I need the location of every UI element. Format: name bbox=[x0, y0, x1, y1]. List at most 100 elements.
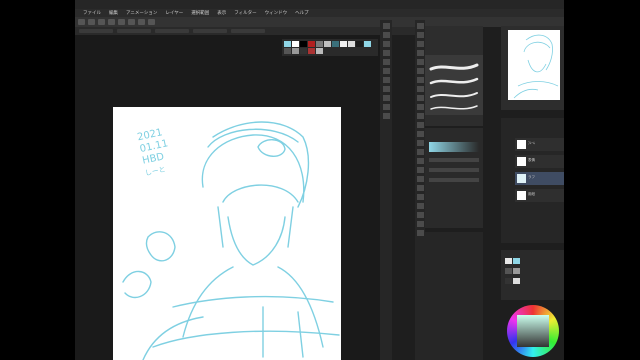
swatch[interactable] bbox=[513, 278, 520, 284]
menu-file[interactable]: ファイル bbox=[83, 10, 101, 16]
swatch[interactable] bbox=[513, 258, 520, 264]
menu-animation[interactable]: アニメーション bbox=[126, 10, 157, 16]
tool-icon[interactable] bbox=[416, 32, 424, 38]
layer-row-selected[interactable]: ラフ bbox=[515, 172, 564, 185]
property-field[interactable] bbox=[79, 29, 113, 33]
brush-size-slider[interactable] bbox=[429, 158, 479, 162]
tool-icon[interactable] bbox=[416, 212, 424, 218]
tool-icon[interactable] bbox=[416, 113, 424, 119]
tool-icon[interactable] bbox=[416, 86, 424, 92]
swatch[interactable] bbox=[292, 48, 299, 54]
swatch[interactable] bbox=[300, 48, 307, 54]
swatch[interactable] bbox=[505, 258, 512, 264]
property-field[interactable] bbox=[155, 29, 189, 33]
tool-icon[interactable] bbox=[416, 194, 424, 200]
tool-icon[interactable] bbox=[416, 50, 424, 56]
tool-icon[interactable] bbox=[416, 158, 424, 164]
menu-window[interactable]: ウィンドウ bbox=[265, 10, 288, 16]
redo-icon[interactable] bbox=[118, 19, 125, 25]
layer-name: 用紙 bbox=[528, 192, 535, 196]
tool-icon[interactable] bbox=[416, 23, 424, 29]
title-strip bbox=[75, 0, 564, 9]
tool-palette bbox=[380, 20, 392, 360]
layer-name: ラフ bbox=[528, 175, 535, 179]
tool-icon[interactable] bbox=[416, 221, 424, 227]
tool-icon[interactable] bbox=[416, 41, 424, 47]
swatch[interactable] bbox=[292, 41, 299, 47]
select-tool-icon[interactable] bbox=[382, 41, 390, 47]
swatch[interactable] bbox=[308, 41, 315, 47]
swatch[interactable] bbox=[332, 41, 339, 47]
tool-icon[interactable] bbox=[416, 230, 424, 236]
tool-icon[interactable] bbox=[416, 176, 424, 182]
swatch[interactable] bbox=[316, 41, 323, 47]
layer-row[interactable]: 表情 bbox=[515, 155, 564, 168]
tool-icon[interactable] bbox=[416, 68, 424, 74]
clear-icon[interactable] bbox=[128, 19, 135, 25]
layer-row[interactable]: ﾌﾚｰﾑ bbox=[515, 138, 564, 151]
navigator-sketch bbox=[513, 34, 559, 99]
gradient-tool-icon[interactable] bbox=[382, 95, 390, 101]
swatch[interactable] bbox=[284, 48, 291, 54]
tool-icon[interactable] bbox=[416, 122, 424, 128]
tool-icon[interactable] bbox=[416, 131, 424, 137]
save-icon[interactable] bbox=[98, 19, 105, 25]
pen-tool-icon[interactable] bbox=[382, 50, 390, 56]
menu-filter[interactable]: フィルター bbox=[234, 10, 256, 16]
layer-row[interactable]: 用紙 bbox=[515, 189, 564, 202]
swatch[interactable] bbox=[324, 41, 331, 47]
transform-icon[interactable] bbox=[138, 19, 145, 25]
eraser-tool-icon[interactable] bbox=[382, 77, 390, 83]
swatch[interactable] bbox=[356, 41, 363, 47]
tool-icon[interactable] bbox=[416, 149, 424, 155]
canvas-area[interactable]: 2021 01.11 HBD しーと bbox=[75, 35, 380, 360]
layer-thumbnail bbox=[517, 157, 526, 166]
tool-icon[interactable] bbox=[416, 167, 424, 173]
swatch[interactable] bbox=[505, 278, 512, 284]
brush-tool-icon[interactable] bbox=[382, 68, 390, 74]
menu-view[interactable]: 表示 bbox=[217, 10, 226, 16]
color-saturation-square[interactable] bbox=[517, 315, 549, 347]
brush-list bbox=[425, 55, 483, 115]
swatch[interactable] bbox=[513, 268, 520, 274]
tool-icon[interactable] bbox=[416, 104, 424, 110]
menu-layer[interactable]: レイヤー bbox=[165, 10, 183, 16]
stabilization-slider[interactable] bbox=[429, 178, 479, 182]
menu-edit[interactable]: 編集 bbox=[109, 10, 118, 16]
swatch[interactable] bbox=[348, 41, 355, 47]
swatch[interactable] bbox=[284, 41, 291, 47]
layer-name: ﾌﾚｰﾑ bbox=[528, 141, 535, 145]
swatch[interactable] bbox=[505, 268, 512, 274]
swatch[interactable] bbox=[364, 41, 371, 47]
brush-size-panel bbox=[425, 232, 483, 360]
menu-help[interactable]: ヘルプ bbox=[295, 10, 309, 16]
move-tool-icon[interactable] bbox=[382, 32, 390, 38]
zoom-tool-icon[interactable] bbox=[382, 23, 390, 29]
property-field[interactable] bbox=[193, 29, 227, 33]
swatch[interactable] bbox=[300, 41, 307, 47]
app-window: ファイル 編集 アニメーション レイヤー 選択範囲 表示 フィルター ウィンドウ… bbox=[75, 0, 564, 360]
swatch[interactable] bbox=[316, 48, 323, 54]
new-file-icon[interactable] bbox=[78, 19, 85, 25]
fill-icon[interactable] bbox=[148, 19, 155, 25]
property-field[interactable] bbox=[117, 29, 151, 33]
opacity-slider[interactable] bbox=[429, 168, 479, 172]
tool-icon[interactable] bbox=[416, 185, 424, 191]
tool-icon[interactable] bbox=[416, 203, 424, 209]
drawing-canvas[interactable]: 2021 01.11 HBD しーと bbox=[113, 107, 341, 360]
open-file-icon[interactable] bbox=[88, 19, 95, 25]
property-field[interactable] bbox=[231, 29, 265, 33]
tool-icon[interactable] bbox=[416, 140, 424, 146]
menu-selection[interactable]: 選択範囲 bbox=[191, 10, 209, 16]
tool-icon[interactable] bbox=[416, 95, 424, 101]
swatch[interactable] bbox=[340, 41, 347, 47]
undo-icon[interactable] bbox=[108, 19, 115, 25]
fill-tool-icon[interactable] bbox=[382, 86, 390, 92]
figure-tool-icon[interactable] bbox=[382, 104, 390, 110]
text-tool-icon[interactable] bbox=[382, 113, 390, 119]
navigator-preview[interactable] bbox=[508, 30, 560, 100]
tool-icon[interactable] bbox=[416, 59, 424, 65]
pencil-tool-icon[interactable] bbox=[382, 59, 390, 65]
tool-icon[interactable] bbox=[416, 77, 424, 83]
swatch[interactable] bbox=[308, 48, 315, 54]
